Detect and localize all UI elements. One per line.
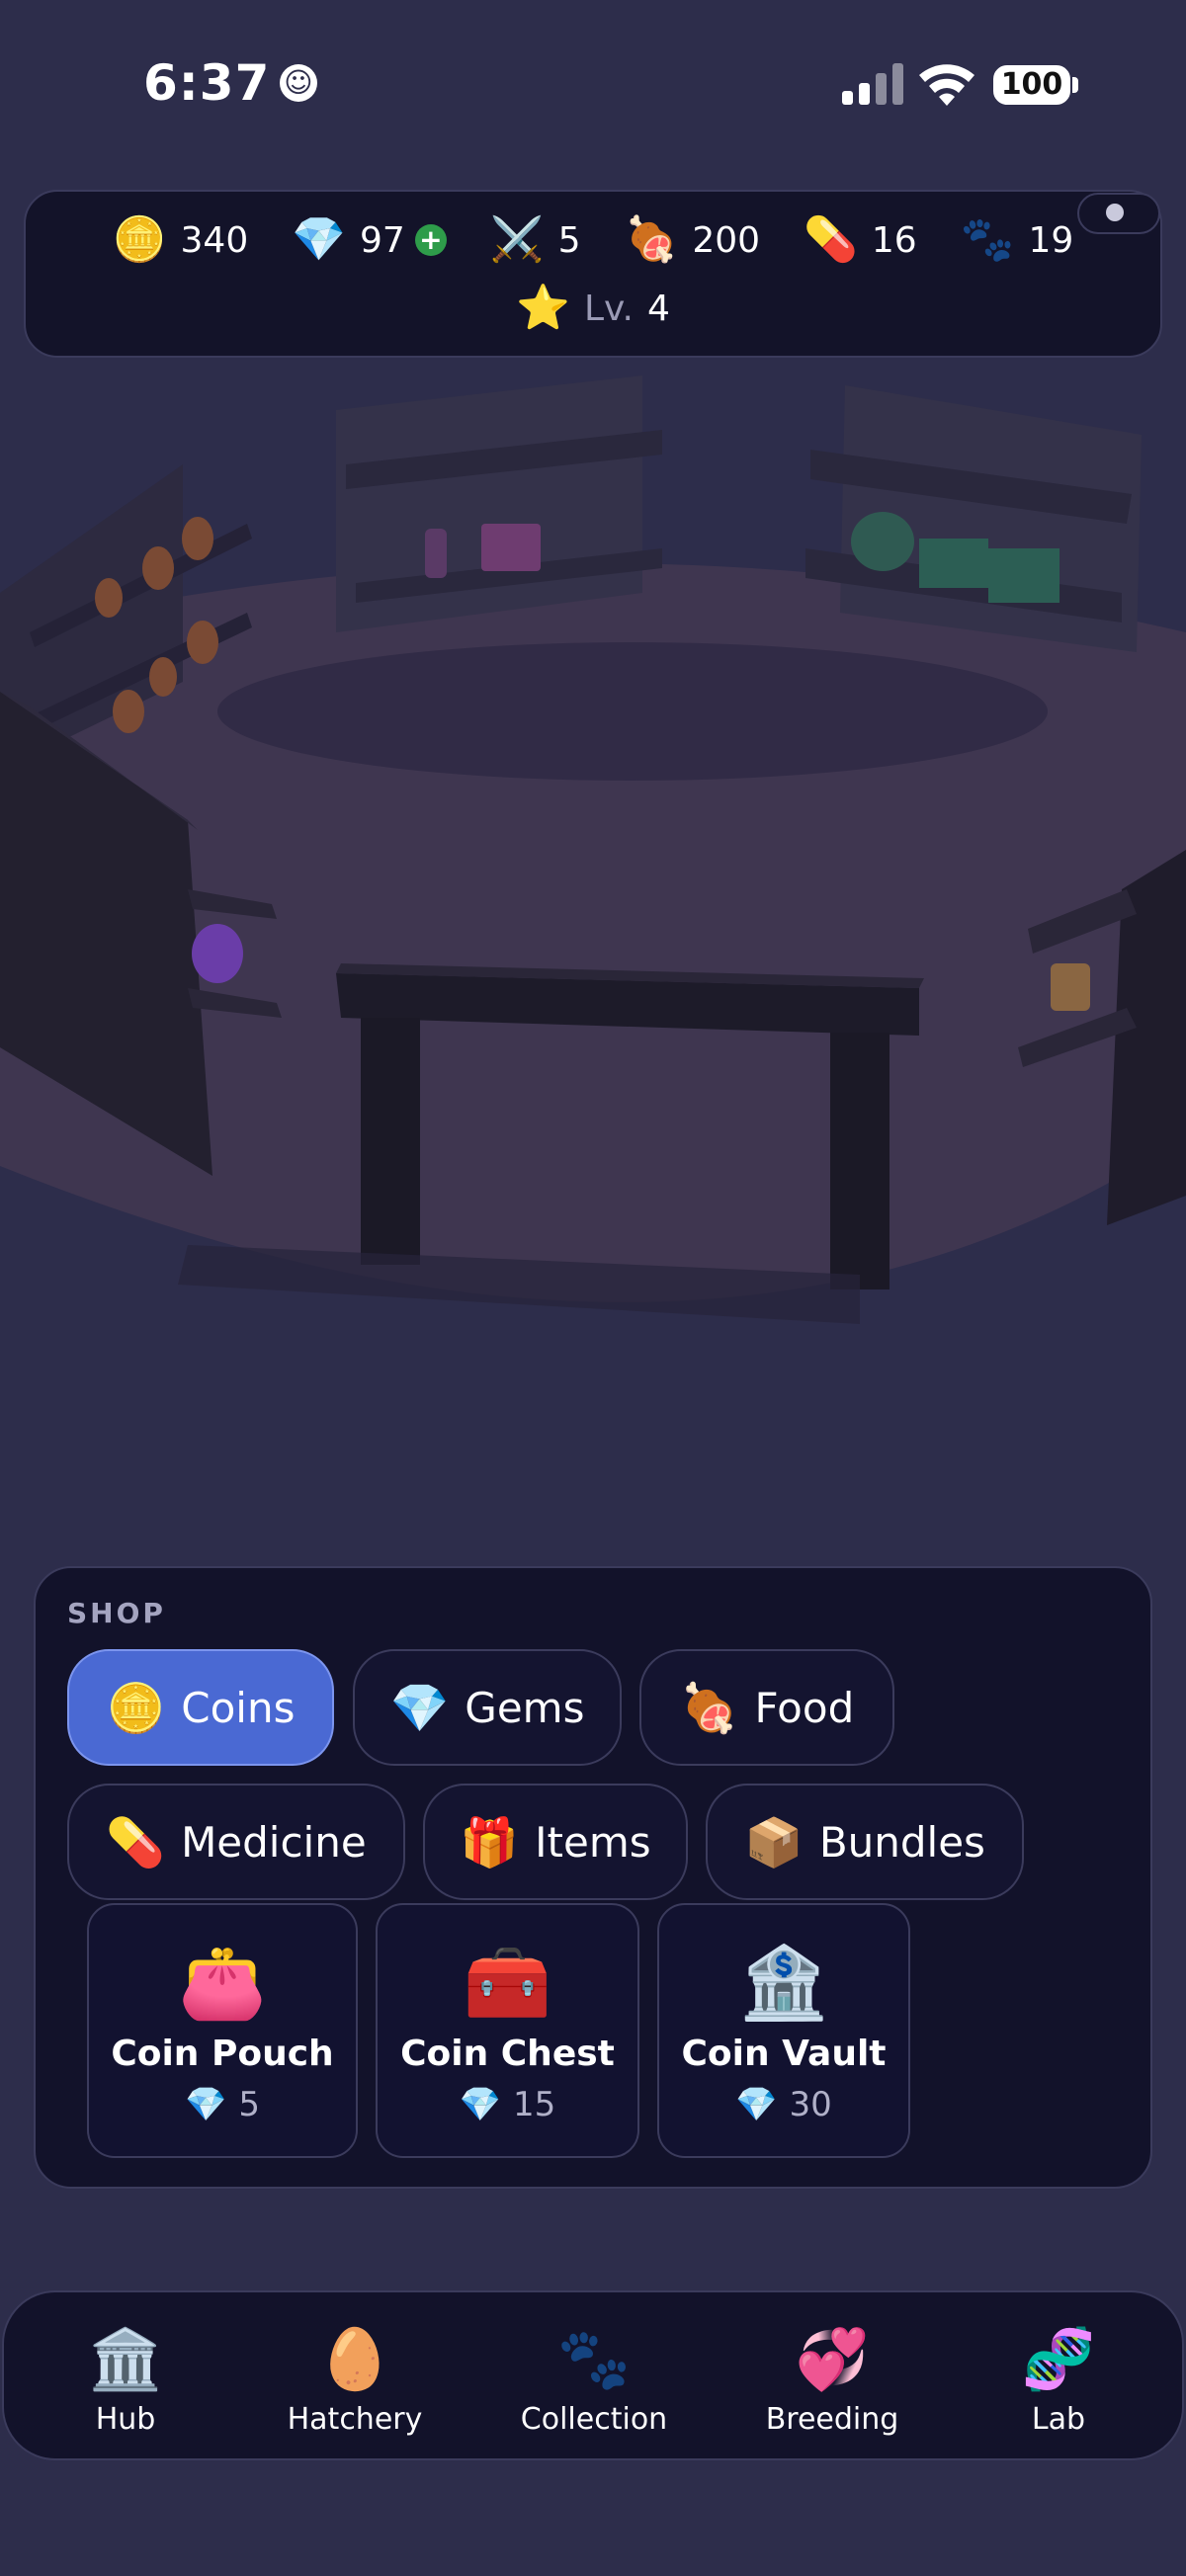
product-price: 💎 5 [89, 2085, 356, 2124]
paw-icon: 🐾 [960, 214, 1015, 265]
coins-value: 340 [180, 219, 249, 261]
resource-bar: 🪙 340 💎 97 + ⚔️ 5 🍖 200 💊 16 🐾 19 ⭐ Lv. … [24, 190, 1162, 358]
resource-swords: ⚔️ 5 [490, 218, 581, 262]
tab-bundles[interactable]: 📦 Bundles [706, 1784, 1024, 1900]
tab-items[interactable]: 🎁 Items [423, 1784, 688, 1900]
resource-food: 🍖 200 [625, 218, 761, 262]
gems-value: 97 [360, 219, 405, 261]
paw-icon: 🐾 [556, 2325, 632, 2394]
bank-icon: 🏦 [739, 1941, 828, 2024]
nav-label: Breeding [765, 2402, 899, 2437]
nav-lab[interactable]: 🧬 Lab [960, 2327, 1157, 2437]
package-icon: 📦 [744, 1814, 804, 1870]
product-coin-vault[interactable]: 🏦 Coin Vault 💎 30 [657, 1903, 910, 2158]
coin-icon: 🪙 [112, 214, 167, 265]
gem-icon: 💎 [292, 214, 347, 265]
battery-tip [1072, 77, 1078, 93]
resource-gems: 💎 97 + [292, 218, 447, 262]
resource-medicine: 💊 16 [804, 218, 917, 262]
tab-gems[interactable]: 💎 Gems [353, 1649, 622, 1766]
status-time: 6:37 ☺ [143, 54, 318, 112]
tab-coins[interactable]: 🪙 Coins [67, 1649, 334, 1766]
crossed-swords-icon: ⚔️ [489, 214, 545, 265]
nav-collection[interactable]: 🐾 Collection [495, 2327, 693, 2437]
tab-label: Gems [465, 1683, 585, 1732]
level-display: ⭐ Lv. 4 [26, 287, 1160, 330]
nav-label: Hub [95, 2402, 156, 2437]
tab-label: Food [754, 1683, 855, 1732]
product-name: Coin Pouch [111, 2034, 334, 2074]
toolbox-icon: 🧰 [463, 1941, 552, 2024]
product-coin-pouch[interactable]: 👛 Coin Pouch 💎 5 [87, 1903, 358, 2158]
resource-paws: 🐾 19 [961, 218, 1074, 262]
resource-row: 🪙 340 💎 97 + ⚔️ 5 🍖 200 💊 16 🐾 19 [26, 218, 1160, 262]
meat-icon: 🍖 [679, 1680, 739, 1736]
nav-breeding[interactable]: 💞 Breeding [733, 2327, 931, 2437]
egg-icon: 🥚 [317, 2325, 392, 2394]
back-right-shelf [805, 385, 1142, 652]
gift-icon: 🎁 [460, 1814, 520, 1870]
tab-label: Bundles [818, 1817, 985, 1867]
add-gems-button[interactable]: + [414, 224, 447, 256]
battery-indicator: 100 [993, 65, 1070, 105]
level-label: Lv. [583, 288, 634, 329]
dna-icon: 🧬 [1021, 2325, 1096, 2394]
shop-scene [0, 375, 1186, 1324]
shop-title: SHOP [67, 1597, 166, 1629]
nav-hub[interactable]: 🏛️ Hub [27, 2327, 224, 2437]
nav-label: Lab [1031, 2402, 1086, 2437]
star-icon: ⭐ [516, 283, 570, 333]
nav-hatchery[interactable]: 🥚 Hatchery [256, 2327, 454, 2437]
product-coin-chest[interactable]: 🧰 Coin Chest 💎 15 [376, 1903, 639, 2158]
nav-label: Collection [520, 2402, 668, 2437]
paws-value: 19 [1028, 219, 1074, 261]
product-price: 💎 15 [378, 2085, 637, 2124]
pill-icon: 💊 [106, 1814, 166, 1870]
tab-label: Coins [181, 1683, 296, 1732]
hearts-icon: 💞 [795, 2325, 870, 2394]
tab-food[interactable]: 🍖 Food [639, 1649, 894, 1766]
gem-icon: 💎 [735, 2085, 778, 2124]
floor-shadow [217, 642, 1048, 781]
wifi-icon [919, 64, 974, 106]
time-text: 6:37 [143, 54, 271, 112]
gem-icon: 💎 [185, 2085, 227, 2124]
museum-icon: 🏛️ [88, 2325, 163, 2394]
product-name: Coin Chest [400, 2034, 615, 2074]
purse-icon: 👛 [178, 1941, 267, 2024]
gem-icon: 💎 [389, 1680, 450, 1736]
coin-icon: 🪙 [106, 1680, 166, 1736]
smiley-icon: ☺ [280, 64, 318, 102]
resource-coins: 🪙 340 [113, 218, 249, 262]
tab-label: Items [535, 1817, 651, 1867]
level-value: 4 [646, 288, 670, 329]
product-price: 💎 30 [659, 2085, 908, 2124]
food-value: 200 [692, 219, 761, 261]
pill-icon: 💊 [804, 214, 858, 265]
swords-value: 5 [557, 219, 581, 261]
gem-icon: 💎 [459, 2085, 502, 2124]
product-name: Coin Vault [681, 2034, 887, 2074]
medicine-value: 16 [871, 219, 917, 261]
tab-label: Medicine [181, 1817, 367, 1867]
toggle-dot-icon [1106, 204, 1124, 221]
price-value: 5 [238, 2085, 260, 2124]
nav-label: Hatchery [287, 2402, 423, 2437]
back-left-shelf [336, 375, 662, 632]
meat-icon: 🍖 [624, 214, 679, 265]
price-value: 30 [789, 2085, 832, 2124]
cellular-signal-icon [842, 63, 903, 105]
price-value: 15 [513, 2085, 556, 2124]
tab-medicine[interactable]: 💊 Medicine [67, 1784, 405, 1900]
